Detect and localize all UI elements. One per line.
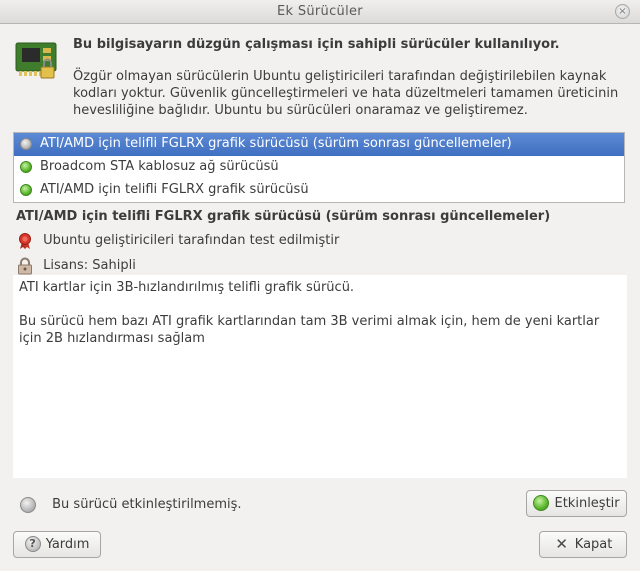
license-text: Lisans: Sahipli — [43, 258, 136, 273]
driver-row-fglrx-updates[interactable]: ATI/AMD için telifli FGLRX grafik sürücü… — [14, 133, 624, 156]
help-button-label: Yardım — [45, 537, 90, 552]
driver-label: ATI/AMD için telifli FGLRX grafik sürücü… — [40, 136, 512, 151]
title-bar[interactable]: Ek Sürücüler × — [0, 0, 640, 24]
hardware-chip-icon — [15, 42, 57, 79]
enabled-status-icon — [20, 184, 32, 196]
certified-ribbon-icon — [19, 233, 31, 249]
enabled-status-icon — [20, 161, 32, 173]
driver-row-broadcom-sta[interactable]: Broadcom STA kablosuz ağ sürücüsü — [14, 156, 624, 179]
help-icon: ? — [24, 535, 41, 552]
description-line: Bu sürücü hem bazı ATI grafik kartlarınd… — [19, 314, 600, 346]
driver-label: Broadcom STA kablosuz ağ sürücüsü — [40, 159, 279, 174]
tested-text: Ubuntu geliştiricileri tarafından test e… — [43, 233, 340, 248]
enabled-status-icon — [533, 494, 550, 511]
disabled-status-icon — [20, 496, 36, 513]
driver-detail-title: ATI/AMD için telifli FGLRX grafik sürücü… — [16, 209, 551, 224]
tested-info: Ubuntu geliştiricileri tarafından test e… — [16, 231, 339, 251]
activate-button[interactable]: Etkinleştir — [526, 490, 627, 517]
close-button-label: Kapat — [574, 537, 613, 552]
activate-button-label: Etkinleştir — [554, 496, 620, 511]
license-info: Lisans: Sahipli — [16, 256, 136, 276]
driver-label: ATI/AMD için telifli FGLRX grafik sürücü… — [40, 182, 309, 197]
close-icon: ✕ — [555, 534, 568, 553]
page-heading: Bu bilgisayarın düzgün çalışması için sa… — [73, 37, 560, 52]
driver-description-box[interactable]: ATI kartlar için 3B-hızlandırılmış telif… — [13, 275, 627, 478]
padlock-icon — [18, 257, 32, 275]
description-line: ATI kartlar için 3B-hızlandırılmış telif… — [19, 280, 355, 295]
close-button[interactable]: ✕ Kapat — [539, 531, 627, 558]
driver-status-text: Bu sürücü etkinleştirilmemiş. — [52, 497, 242, 512]
driver-row-fglrx[interactable]: ATI/AMD için telifli FGLRX grafik sürücü… — [14, 179, 624, 202]
driver-status: Bu sürücü etkinleştirilmemiş. — [20, 495, 242, 515]
additional-drivers-window: Ek Sürücüler × Bu bilgisayarın düzgün ça… — [0, 0, 640, 571]
header-description: Özgür olmayan sürücülerin Ubuntu gelişti… — [73, 69, 619, 118]
window-title: Ek Sürücüler — [277, 4, 363, 19]
help-button[interactable]: ? Yardım — [13, 531, 101, 558]
disabled-status-icon — [20, 138, 32, 150]
driver-list[interactable]: ATI/AMD için telifli FGLRX grafik sürücü… — [13, 132, 625, 203]
window-close-button[interactable]: × — [615, 4, 630, 19]
